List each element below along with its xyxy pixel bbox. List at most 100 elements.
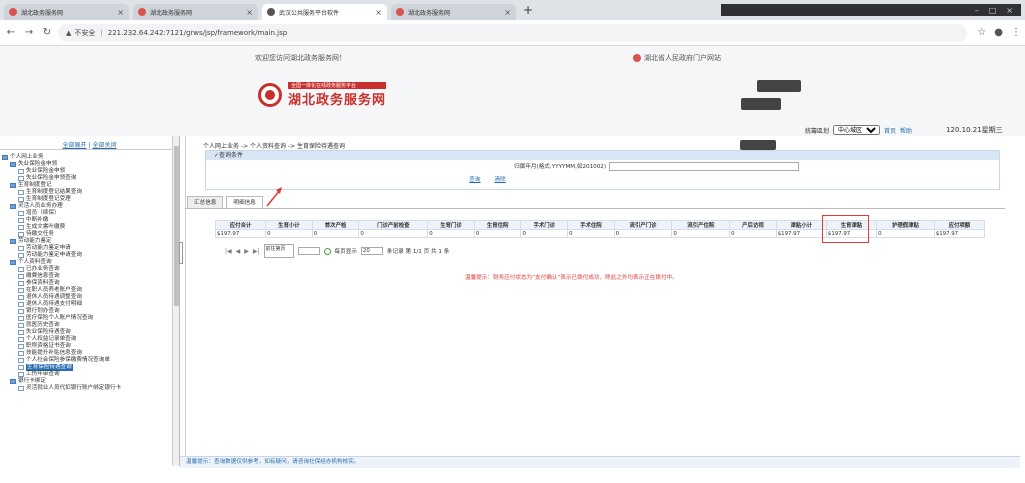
tree-folder[interactable]: 银行卡绑定 [0,378,179,385]
forward-arrow-icon[interactable]: → [22,27,36,38]
tab-detail[interactable]: 明细信息 [226,196,263,208]
tree-item[interactable]: 灵活就业人员代扣银行账户绑定银行卡 [0,385,179,392]
tree-item[interactable]: 银行划办查询 [0,308,179,315]
collapse-all-link[interactable]: 全部关闭 [92,142,116,149]
header-toolbar-widget[interactable] [741,98,781,110]
tree-item[interactable]: 退休人员待遇调整查询 [0,294,179,301]
window-controls: – □ × [721,4,1021,16]
tree-item[interactable]: 个人社会保险参保缴费情况查询单 [0,357,179,364]
close-tab-icon[interactable]: × [375,8,382,17]
column-header[interactable]: 津贴小计 [775,220,827,230]
tree-item[interactable]: 增员（续保） [0,210,179,217]
bookmark-star-icon[interactable]: ☆ [977,27,986,38]
year-month-input[interactable] [609,161,799,171]
browser-tab-1[interactable]: 湖北政务服务网 × [4,4,129,20]
column-header[interactable]: 流引产住院 [671,220,731,230]
column-header[interactable]: 手术住院 [567,220,615,230]
table-cell: 0 [311,229,360,238]
tree-item-label: 在职人员养老账户查询 [26,287,82,293]
tree-item[interactable]: 失业保险金申领查询 [0,175,179,182]
column-header[interactable]: 手术门诊 [520,220,569,230]
tree-folder[interactable]: 灵活人员业务办理 [0,203,179,210]
tree-item[interactable]: 退休人员待遇支付明细 [0,301,179,308]
tree-item[interactable]: 缴費信息查询 [0,273,179,280]
next-page-icon[interactable]: ▶ [244,248,249,255]
column-header[interactable]: 应付合计 [214,220,267,230]
tree-item-label: 劳动能力鉴定 [18,238,52,244]
tree-item[interactable]: 失业保险金申领 [0,168,179,175]
profile-icon[interactable]: ● [994,27,1003,38]
go-icon[interactable] [323,247,331,255]
tree-folder[interactable]: 个人网上业务 [0,154,179,161]
per-page-input[interactable]: 20 [360,247,383,255]
column-header[interactable]: 护理假津贴 [876,220,935,230]
column-header[interactable]: 产后访视 [729,220,777,230]
prev-page-icon[interactable]: ◀ [236,248,241,255]
column-header[interactable]: 生育门诊 [427,220,475,230]
tree-item[interactable]: 失业保险待遇查询 [0,329,179,336]
tree-item[interactable]: 参保资料查询 [0,280,179,287]
column-header[interactable]: 流引产门诊 [613,220,673,230]
jump-label: 前往第页 [263,244,294,258]
tree-item[interactable]: 劳动能力鉴定申请查询 [0,252,179,259]
tree-item[interactable]: 中断补缴 [0,217,179,224]
tree-folder[interactable]: 生育制度登记 [0,182,179,189]
tab-summary[interactable]: 汇总信息 [187,196,224,208]
scrollbar-thumb[interactable] [174,146,179,306]
query-button[interactable]: 查询 [469,175,480,183]
tree-item[interactable]: 职称资格证书查询 [0,343,179,350]
header-toolbar-widget[interactable] [757,80,801,92]
close-window-icon[interactable]: × [1006,6,1013,15]
first-page-icon[interactable]: |◀ [225,248,232,255]
tree-folder[interactable]: 个人资料查询 [0,259,179,266]
last-page-icon[interactable]: ▶| [253,248,260,255]
url-field[interactable]: ▲ 不安全 | 221.232.64.242:7121/grws/jsp/fra… [58,23,968,42]
column-header[interactable]: 应付项额 [933,220,986,230]
browser-tab-4[interactable]: 湖北政务服务网 × [391,4,516,20]
splitter-handle[interactable] [179,242,183,264]
column-header[interactable]: 门诊产前检查 [358,220,429,230]
tree-item[interactable]: 个人权益记录单查询 [0,336,179,343]
tree-folder[interactable]: 失业保险金申领 [0,161,179,168]
jump-page-input[interactable] [297,247,320,255]
help-link[interactable]: 帮助 [900,126,912,135]
tree-item[interactable]: 就医历史查询 [0,322,179,329]
tree-item[interactable]: 生成文書叶缴费 [0,224,179,231]
browser-tab-2[interactable]: 湖北政务服务网 × [133,4,258,20]
tree-item[interactable]: 生育保险待遇查询 [0,364,179,371]
main-content: 个人网上业务 -> 个人资料查询 -> 生育保险待遇查询 ✓查询条件 归属年月(… [179,136,1020,466]
tree-item[interactable]: 工伤年审查询 [0,371,179,378]
address-bar-row: ← → ↻ ▲ 不安全 | 221.232.64.242:7121/grws/j… [0,20,1025,46]
close-tab-icon[interactable]: × [246,8,253,17]
column-header[interactable]: 生育小计 [265,220,313,230]
menu-dots-icon[interactable]: ⋮ [1011,27,1021,38]
tree-item[interactable]: 劳动能力鉴定申请 [0,245,179,252]
reload-icon[interactable]: ↻ [40,27,54,38]
back-arrow-icon[interactable]: ← [4,27,18,38]
home-link[interactable]: 首页 [884,126,896,135]
gov-portal-link[interactable]: 湖北省人民政府门户网站 [633,53,721,63]
minimize-icon[interactable]: – [975,6,979,15]
tree-item[interactable]: 生育制度登记结果查询 [0,189,179,196]
sidebar-scrollbar[interactable] [172,136,179,466]
tree-item-label: 个人网上业务 [10,154,44,160]
tree-item[interactable]: 在职人员养老账户查询 [0,287,179,294]
main-toolbar-widget[interactable] [740,140,776,150]
expand-all-link[interactable]: 全部展开 [63,142,87,149]
maximize-icon[interactable]: □ [989,6,997,15]
column-header[interactable]: 生育住院 [473,220,522,230]
tree-item-label: 失业保险金申领 [18,161,58,167]
close-tab-icon[interactable]: × [504,8,511,17]
browser-tab-3[interactable]: 武汉公共服务平台软件 × [262,4,387,20]
reset-button[interactable]: 清除 [495,175,506,183]
tree-item[interactable]: 技能提升补贴信息查询 [0,350,179,357]
close-tab-icon[interactable]: × [117,8,124,17]
column-header[interactable]: 首次产检 [311,220,360,230]
tree-item[interactable]: 生育制度登记受理 [0,196,179,203]
tree-item[interactable]: 待缴交任务 [0,231,179,238]
tree-item[interactable]: 已办业务查询 [0,266,179,273]
tree-item[interactable]: 医疗保险个人账户情况查询 [0,315,179,322]
new-tab-button[interactable]: + [520,4,536,18]
region-select[interactable]: 中心城区 [833,125,881,135]
tree-folder[interactable]: 劳动能力鉴定 [0,238,179,245]
